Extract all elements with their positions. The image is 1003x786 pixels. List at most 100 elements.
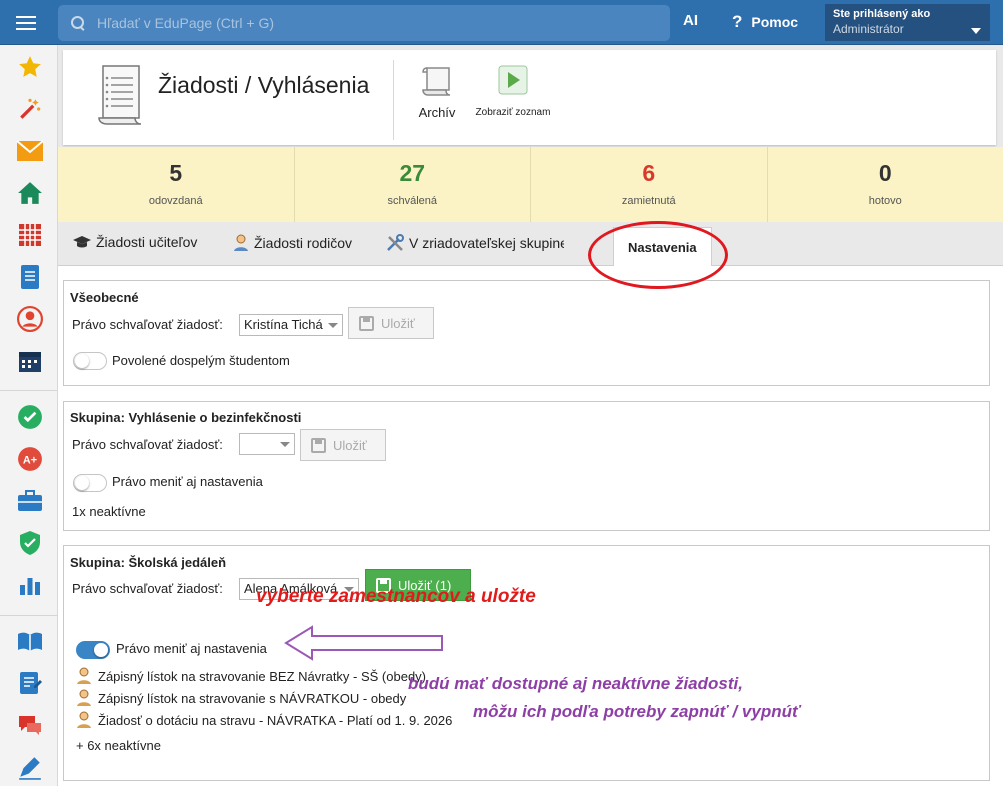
form-name: Zápisný lístok na stravovanie BEZ Návrat… [98, 668, 427, 684]
bar-chart-icon[interactable] [14, 569, 46, 601]
settings-panel: Všeobecné Právo schvaľovať žiadosť: Kris… [58, 266, 1003, 786]
settings-rights-toggle[interactable] [73, 474, 107, 492]
user-circle-icon[interactable] [14, 303, 46, 335]
help-button[interactable]: ? Pomoc [732, 12, 798, 32]
save-label: Uložiť [333, 437, 367, 453]
search-box[interactable] [58, 5, 670, 41]
approver-select[interactable] [239, 433, 295, 455]
stat-submitted[interactable]: 5 odovzdaná [58, 147, 295, 222]
show-list-button[interactable]: Zobraziť zoznam [473, 64, 553, 118]
annotation-inactive-line2: môžu ich podľa potreby zapnúť / vypnúť [473, 702, 801, 721]
calendar-icon[interactable] [14, 345, 46, 377]
stat-done[interactable]: 0 hotovo [768, 147, 1003, 222]
list-item[interactable]: Zápisný lístok na stravovanie BEZ Návrat… [76, 667, 426, 685]
stat-rejected[interactable]: 6 zamietnutá [531, 147, 768, 222]
user-menu[interactable]: Ste prihlásený ako Administrátor [825, 4, 990, 41]
tab-label: V zriadovateľskej skupine škôl [409, 235, 564, 251]
person-icon [76, 689, 92, 707]
stat-label: zamietnutá [621, 195, 676, 207]
settings-rights-toggle[interactable] [76, 641, 110, 659]
stat-value: 6 [642, 160, 656, 186]
save-label: Uložiť [381, 315, 415, 331]
tab-parents[interactable]: Žiadosti rodičov [233, 234, 352, 252]
mail-icon[interactable] [14, 135, 46, 167]
stat-value: 5 [169, 160, 183, 186]
user-role: Administrátor [833, 22, 904, 36]
toggle-label: Právo meniť aj nastavenia [116, 641, 267, 656]
briefcase-icon[interactable] [14, 485, 46, 517]
search-input[interactable] [97, 15, 597, 31]
toggle-label: Povolené dospelým študentom [112, 353, 290, 368]
caret-down-icon [971, 28, 981, 34]
tab-settings[interactable]: Nastavenia [613, 227, 712, 267]
person-icon [76, 711, 92, 729]
person-icon [233, 234, 249, 252]
approve-label: Právo schvaľovať žiadosť: [72, 317, 223, 332]
timetable-icon[interactable] [14, 219, 46, 251]
floppy-icon [311, 437, 326, 453]
shield-icon[interactable] [14, 527, 46, 559]
grade-icon[interactable]: A+ [14, 443, 46, 475]
stat-approved[interactable]: 27 schválená [295, 147, 531, 222]
play-icon [498, 65, 528, 95]
archive-button[interactable]: Archív [413, 64, 461, 120]
sidebar: A+ [0, 45, 58, 786]
section-title: Všeobecné [70, 290, 139, 305]
tab-bar: Žiadosti učiteľov Žiadosti rodičov V zri… [58, 222, 1003, 267]
tools-icon [386, 234, 404, 252]
star-icon[interactable] [14, 51, 46, 83]
section-title: Skupina: Školská jedáleň [70, 555, 227, 570]
check-badge-icon[interactable] [14, 401, 46, 433]
group-section-canteen: Skupina: Školská jedáleň Právo schvaľova… [63, 545, 990, 781]
notebook-icon[interactable] [14, 261, 46, 293]
question-icon: ? [732, 12, 743, 31]
sidebar-divider [0, 615, 58, 616]
approver-select[interactable]: Kristína Tichá [239, 314, 343, 336]
book-icon[interactable] [14, 625, 46, 657]
tab-label: Žiadosti učiteľov [96, 234, 198, 250]
archive-label: Archív [418, 105, 456, 120]
adult-students-toggle[interactable] [73, 352, 107, 370]
pen-icon[interactable] [14, 751, 46, 783]
tab-founder[interactable]: V zriadovateľskej skupine škôl [386, 234, 564, 252]
main-content: Žiadosti / Vyhlásenia Archív Zobraziť zo… [58, 45, 1003, 786]
annotation-inactive-line1: budú mať dostupné aj neaktívne žiadosti, [408, 674, 743, 693]
tab-label: Nastavenia [628, 240, 697, 255]
approve-label: Právo schvaľovať žiadosť: [72, 581, 223, 596]
floppy-icon [359, 315, 374, 331]
person-icon [76, 667, 92, 685]
tab-label: Žiadosti rodičov [254, 235, 353, 251]
scroll-icon [422, 67, 451, 96]
search-icon [71, 16, 85, 30]
document-list-icon [93, 62, 149, 129]
top-bar: AI ? Pomoc Ste prihlásený ako Administrá… [0, 0, 1003, 45]
magic-wand-icon[interactable] [14, 93, 46, 125]
general-section: Všeobecné Právo schvaľovať žiadosť: Kris… [63, 280, 990, 386]
stat-label: schválená [387, 195, 438, 207]
page-header: Žiadosti / Vyhlásenia Archív Zobraziť zo… [63, 50, 996, 145]
svg-text:A+: A+ [23, 454, 37, 466]
ai-button[interactable]: AI [683, 12, 698, 29]
menu-icon[interactable] [0, 0, 52, 45]
tab-teachers[interactable]: Žiadosti učiteľov [73, 234, 197, 250]
approver-value: Kristína Tichá [244, 317, 323, 332]
group-section-infection: Skupina: Vyhlásenie o bezinfekčnosti Prá… [63, 401, 990, 531]
save-button[interactable]: Uložiť [348, 307, 434, 339]
annotation-select-employees: vyberte zamestnancov a uložte [256, 586, 536, 607]
save-button[interactable]: Uložiť [300, 429, 386, 461]
inactive-count: + 6x neaktívne [76, 738, 161, 753]
home-icon[interactable] [14, 177, 46, 209]
toggle-label: Právo meniť aj nastavenia [112, 474, 263, 489]
user-line1: Ste prihlásený ako [833, 8, 931, 20]
document-icon[interactable] [14, 667, 46, 699]
chat-icon[interactable] [14, 709, 46, 741]
sidebar-divider [0, 390, 58, 391]
list-item[interactable]: Zápisný lístok na stravovanie s NÁVRATKO… [76, 689, 406, 707]
stat-label: hotovo [868, 195, 902, 207]
stat-value: 0 [878, 160, 892, 186]
stat-value: 27 [399, 160, 426, 186]
list-item[interactable]: Žiadosť o dotáciu na stravu - NÁVRATKA -… [76, 711, 452, 729]
stats-bar: 5 odovzdaná 27 schválená 6 zamietnutá 0 … [58, 147, 1003, 222]
arrow-left-icon [284, 625, 443, 661]
header-divider [393, 60, 394, 140]
